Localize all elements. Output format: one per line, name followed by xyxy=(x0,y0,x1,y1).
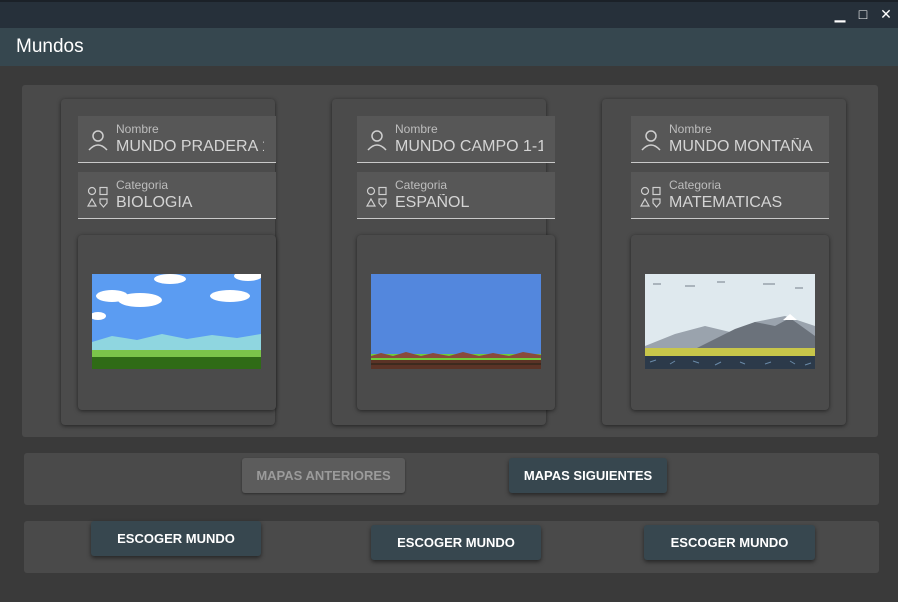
page-title: Mundos xyxy=(16,36,84,57)
person-icon xyxy=(641,130,661,151)
shapes-icon xyxy=(365,186,387,208)
shapes-icon xyxy=(86,186,108,208)
choose-world-button-2[interactable]: ESCOGER MUNDO xyxy=(371,525,541,560)
close-icon[interactable]: ✕ xyxy=(876,5,896,23)
next-maps-button[interactable]: MAPAS SIGUIENTES xyxy=(509,458,667,493)
world-category-field[interactable]: Categoria BIOLOGIA xyxy=(78,172,276,219)
category-label: Categoria xyxy=(116,178,169,192)
choose-world-button-1[interactable]: ESCOGER MUNDO xyxy=(91,521,261,556)
category-value: MATEMATICAS xyxy=(669,194,783,211)
pagination-panel xyxy=(24,453,879,505)
name-label: Nombre xyxy=(116,122,159,136)
previous-maps-button[interactable]: MAPAS ANTERIORES xyxy=(242,458,405,493)
person-icon xyxy=(367,130,387,151)
app-header: Mundos xyxy=(0,28,898,66)
category-value: ESPAÑOL xyxy=(395,194,470,211)
choose-world-button-3[interactable]: ESCOGER MUNDO xyxy=(644,525,815,560)
world-name-field[interactable]: Nombre MUNDO CAMPO 1-1 xyxy=(357,116,555,163)
category-label: Categoria xyxy=(669,178,722,192)
name-label: Nombre xyxy=(669,122,712,136)
field-scene-image xyxy=(371,274,541,369)
person-icon xyxy=(88,130,108,151)
world-category-field[interactable]: Categoria MATEMATICAS xyxy=(631,172,829,219)
category-value: BIOLOGIA xyxy=(116,194,193,211)
name-label: Nombre xyxy=(395,122,438,136)
name-value: MUNDO PRADERA 1- xyxy=(116,138,264,155)
name-value: MUNDO CAMPO 1-1 xyxy=(395,138,543,155)
minimize-icon[interactable]: ▁ xyxy=(830,5,850,23)
world-name-field[interactable]: Nombre MUNDO MONTAÑA 1 xyxy=(631,116,829,163)
grassland-scene-image xyxy=(92,274,261,369)
shapes-icon xyxy=(639,186,661,208)
name-value: MUNDO MONTAÑA 1 xyxy=(669,138,817,155)
category-label: Categoria xyxy=(395,178,448,192)
maximize-icon[interactable]: □ xyxy=(853,5,873,23)
world-category-field[interactable]: Categoria ESPAÑOL xyxy=(357,172,555,219)
mountain-scene-image xyxy=(645,274,815,369)
window-titlebar: ▁ □ ✕ xyxy=(0,0,898,28)
world-name-field[interactable]: Nombre MUNDO PRADERA 1- xyxy=(78,116,276,163)
